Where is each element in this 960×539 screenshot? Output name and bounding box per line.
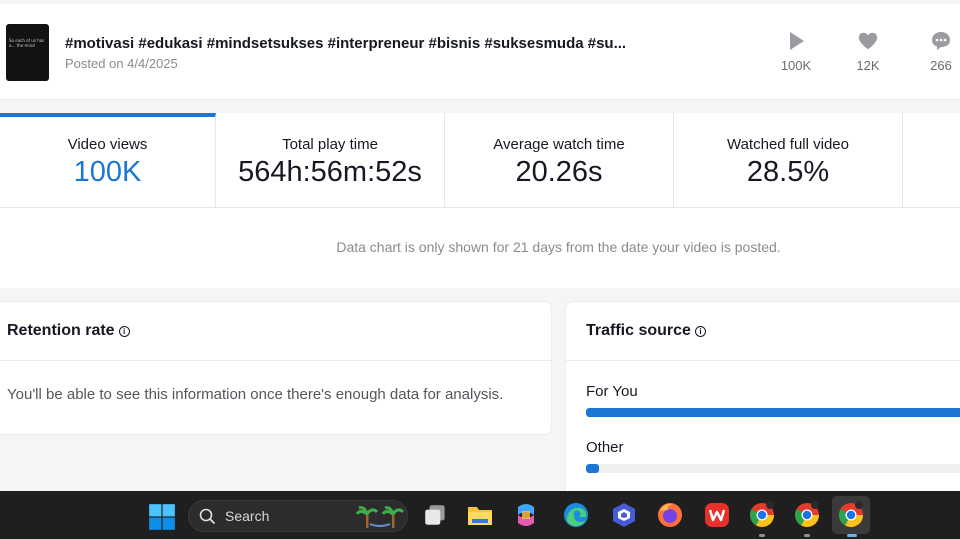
comments-count: 266 xyxy=(930,58,952,73)
heart-icon xyxy=(858,32,878,50)
taskbar xyxy=(0,491,960,539)
chrome-icon[interactable] xyxy=(793,501,821,529)
search-label: Search xyxy=(225,508,270,524)
stat-comments: 266 xyxy=(916,30,960,75)
metric-value: 100K xyxy=(73,156,142,188)
posted-date: Posted on 4/4/2025 xyxy=(65,56,178,71)
info-icon[interactable]: i xyxy=(694,326,706,337)
divider xyxy=(0,360,551,361)
metric-value: 28.5% xyxy=(746,156,830,188)
firefox-icon[interactable] xyxy=(656,501,684,529)
metric-value: 564h:56m:52s xyxy=(238,156,422,188)
thumbnail-text: So each of us has a… the mind xyxy=(9,38,45,48)
copilot-icon[interactable] xyxy=(512,501,540,529)
retention-title: Retention rate i xyxy=(7,322,130,340)
video-title: #motivasi #edukasi #mindsetsukses #inter… xyxy=(65,35,627,52)
metric-watched-full-video[interactable]: Watched full video 28.5% xyxy=(674,113,903,208)
task-view-icon[interactable] xyxy=(422,501,450,529)
taskbar-search-box[interactable]: Search xyxy=(188,500,408,532)
views-count: 100K xyxy=(780,58,812,73)
traffic-bar-other xyxy=(586,464,600,473)
running-indicator xyxy=(804,534,810,537)
traffic-title-text: Traffic source xyxy=(586,322,691,339)
comment-icon xyxy=(932,32,950,50)
chrome-icon[interactable] xyxy=(748,501,776,529)
traffic-title: Traffic source i xyxy=(586,322,706,340)
retention-title-text: Retention rate xyxy=(7,322,115,339)
running-indicator xyxy=(847,534,857,537)
retention-message: You'll be able to see this information o… xyxy=(7,386,504,403)
metric-video-views[interactable]: Video views 100K xyxy=(0,113,216,208)
edge-icon[interactable] xyxy=(562,501,590,529)
stat-likes: 12K xyxy=(843,30,893,75)
retention-panel: Retention rate i You'll be able to see th… xyxy=(0,301,552,435)
running-indicator xyxy=(759,534,765,537)
windows-start-icon[interactable] xyxy=(148,503,176,531)
metric-total-play-time[interactable]: Total play time 564h:56m:52s xyxy=(216,113,445,208)
stat-views: 100K xyxy=(771,30,821,75)
metric-label: Video views xyxy=(67,136,148,153)
traffic-bar-for-you xyxy=(586,408,960,417)
video-header: So each of us has a… the mind #motivasi … xyxy=(0,4,960,100)
play-icon xyxy=(790,32,804,50)
divider xyxy=(566,360,960,361)
chrome-icon[interactable] xyxy=(837,501,865,529)
metric-value: 20.26s xyxy=(515,156,603,188)
metric-cards: Video views 100K Total play time 564h:56… xyxy=(0,113,960,208)
info-icon[interactable]: i xyxy=(118,326,130,337)
app-icon[interactable] xyxy=(610,501,638,529)
chart-area: Data chart is only shown for 21 days fro… xyxy=(0,208,960,288)
metric-average-watch-time[interactable]: Average watch time 20.26s xyxy=(445,113,674,208)
traffic-source-label: Other xyxy=(586,439,624,456)
traffic-source-label: For You xyxy=(586,383,638,400)
likes-count: 12K xyxy=(856,58,880,73)
palm-trees-icon xyxy=(356,506,404,528)
file-explorer-icon[interactable] xyxy=(466,501,494,529)
traffic-bar-track xyxy=(586,464,960,473)
metric-label: Watched full video xyxy=(726,136,849,153)
metric-label: Total play time xyxy=(282,136,378,153)
metric-label: Average watch time xyxy=(493,136,625,153)
search-icon xyxy=(199,508,216,525)
traffic-bar-track xyxy=(586,408,960,417)
chart-notice: Data chart is only shown for 21 days fro… xyxy=(336,239,781,255)
video-thumbnail[interactable]: So each of us has a… the mind xyxy=(6,24,49,81)
wps-office-icon[interactable] xyxy=(703,501,731,529)
traffic-source-panel: Traffic source i For You Other xyxy=(565,301,960,501)
